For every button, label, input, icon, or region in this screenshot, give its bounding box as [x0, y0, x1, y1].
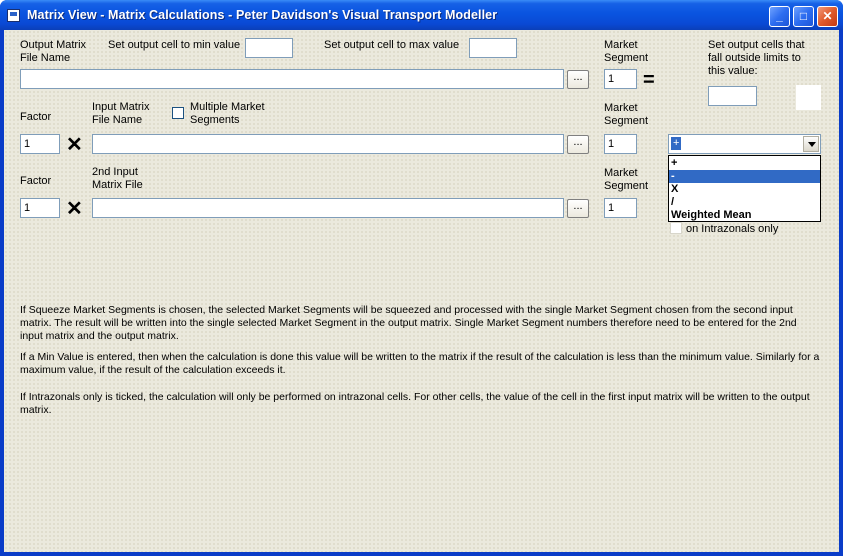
help-text-intrazonal: If Intrazonals only is ticked, the calcu…: [20, 391, 810, 416]
input2-file-input[interactable]: [92, 198, 564, 218]
equals-symbol: =: [643, 69, 655, 91]
input2-browse-button[interactable]: ...: [567, 199, 589, 218]
multiply-icon-2: ✕: [66, 198, 83, 220]
maximize-icon: □: [799, 9, 808, 23]
factor1-label: Factor: [20, 111, 52, 123]
input1-segment-label: Market Segment: [604, 102, 648, 128]
output-segment-label-line2: Segment: [604, 52, 649, 64]
output-file-label-line2: File Name: [20, 52, 71, 64]
input1-segment-input[interactable]: 1: [604, 134, 637, 154]
multiple-segments-label-line1: Multiple Market: [190, 101, 265, 113]
minimize-button[interactable]: _: [769, 6, 790, 27]
help-text-min-max: If a Min Value is entered, then when the…: [20, 351, 820, 376]
title-bar[interactable]: Matrix View - Matrix Calculations - Pete…: [0, 0, 843, 30]
main-window: Matrix View - Matrix Calculations - Pete…: [0, 0, 843, 556]
input1-file-label: Input Matrix File Name: [92, 101, 149, 127]
output-file-input[interactable]: [20, 69, 564, 89]
operator-option-multiply[interactable]: X: [669, 183, 820, 196]
limits-label-line1: Set output cells that: [708, 39, 805, 51]
input2-file-label-line2: Matrix File: [92, 179, 143, 191]
operator-option-plus[interactable]: +: [669, 157, 820, 170]
operator-dropdown-list: + - X / Weighted Mean: [668, 155, 821, 222]
intrazonal-checkbox[interactable]: [670, 222, 682, 234]
limits-label: Set output cells that fall outside limit…: [708, 39, 805, 78]
close-button[interactable]: ✕: [817, 6, 838, 27]
operator-option-divide[interactable]: /: [669, 196, 820, 209]
input1-segment-label-line2: Segment: [604, 115, 649, 127]
chevron-down-icon[interactable]: [803, 136, 819, 152]
output-segment-label: Market Segment: [604, 39, 648, 65]
window-title: Matrix View - Matrix Calculations - Pete…: [27, 8, 498, 22]
input2-segment-label: Market Segment: [604, 167, 648, 193]
output-segment-input[interactable]: 1: [604, 69, 637, 89]
input2-file-label-line1: 2nd Input: [92, 166, 138, 178]
operator-selected-value: +: [671, 137, 682, 150]
min-value-label: Set output cell to min value: [108, 39, 241, 51]
app-icon[interactable]: [7, 9, 20, 22]
input1-file-label-line1: Input Matrix: [92, 101, 150, 113]
input1-browse-button[interactable]: ...: [567, 135, 589, 154]
input1-segment-label-line1: Market: [604, 102, 638, 114]
minimize-icon: _: [776, 9, 783, 23]
output-segment-label-line1: Market: [604, 39, 638, 51]
maximize-button[interactable]: □: [793, 6, 814, 27]
input2-segment-label-line2: Segment: [604, 180, 649, 192]
factor1-input[interactable]: 1: [20, 134, 60, 154]
multiple-segments-label-line2: Segments: [190, 114, 240, 126]
max-value-label: Set output cell to max value: [324, 39, 460, 51]
factor2-label: Factor: [20, 175, 52, 187]
limits-label-line2: fall outside limits to: [708, 52, 801, 64]
operator-option-minus[interactable]: -: [669, 170, 820, 183]
output-file-label: Output Matrix File Name: [20, 39, 86, 65]
dialog-client-area: Output Matrix File Name Set output cell …: [4, 30, 839, 552]
multiple-segments-label: Multiple Market Segments: [190, 101, 265, 127]
limits-label-line3: this value:: [708, 65, 758, 77]
input2-file-label: 2nd Input Matrix File: [92, 166, 143, 192]
limits-color-box[interactable]: [796, 85, 821, 110]
help-text-squeeze: If Squeeze Market Segments is chosen, th…: [20, 304, 797, 342]
operator-select[interactable]: +: [668, 134, 821, 154]
output-file-label-line1: Output Matrix: [20, 39, 87, 51]
intrazonal-label: on Intrazonals only: [686, 223, 779, 235]
operator-option-weighted-mean[interactable]: Weighted Mean: [669, 209, 820, 222]
input2-segment-input[interactable]: 1: [604, 198, 637, 218]
min-value-input[interactable]: [245, 38, 293, 58]
factor2-input[interactable]: 1: [20, 198, 60, 218]
max-value-input[interactable]: [469, 38, 517, 58]
input1-file-label-line2: File Name: [92, 114, 143, 126]
multiple-segments-checkbox[interactable]: [172, 107, 184, 119]
input1-file-input[interactable]: [92, 134, 564, 154]
input2-segment-label-line1: Market: [604, 167, 638, 179]
multiply-icon: ✕: [66, 134, 83, 156]
output-browse-button[interactable]: ...: [567, 70, 589, 89]
close-icon: ✕: [822, 9, 833, 23]
limits-value-input[interactable]: [708, 86, 757, 106]
